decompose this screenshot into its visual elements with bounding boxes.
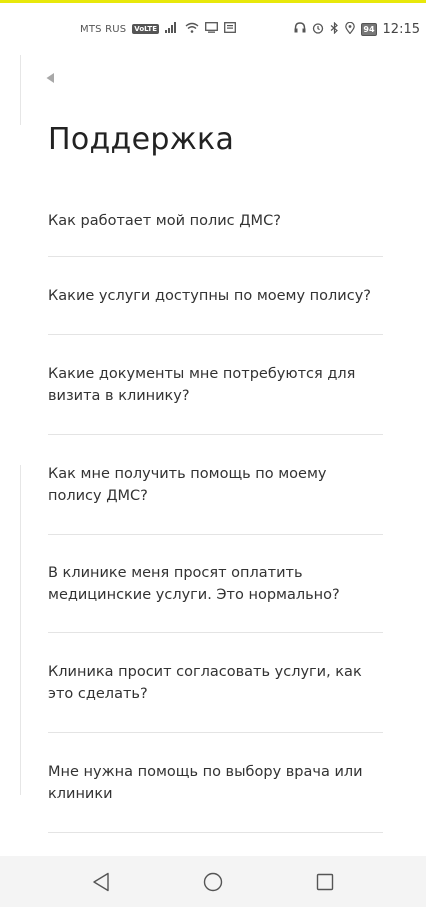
nav-recents-button[interactable] — [313, 870, 337, 894]
faq-item-get-help[interactable]: Как мне получить помощь по моему полису … — [48, 435, 383, 535]
faq-list: Как работает мой полис ДМС? Какие услуги… — [48, 185, 383, 833]
left-edge-divider-lower — [20, 465, 21, 795]
faq-item-choose-doctor[interactable]: Мне нужна помощь по выбору врача или кли… — [48, 733, 383, 833]
faq-item-clinic-asks-payment[interactable]: В клинике меня просят оплатить медицинск… — [48, 535, 383, 633]
screen-cast-icon — [205, 22, 218, 36]
faq-item-label: Клиника просит согласовать услуги, как э… — [48, 663, 362, 702]
faq-item-how-policy-works[interactable]: Как работает мой полис ДМС? — [48, 185, 383, 257]
faq-item-available-services[interactable]: Какие услуги доступны по моему полису? — [48, 257, 383, 335]
location-icon — [345, 21, 356, 37]
alarm-icon — [312, 22, 324, 37]
faq-item-label: Какие услуги доступны по моему полису? — [48, 287, 371, 304]
page-title: Поддержка — [48, 122, 235, 157]
bluetooth-icon — [330, 21, 339, 37]
left-edge-divider — [20, 55, 21, 125]
status-time: 12:15 — [382, 21, 420, 37]
circle-home-icon — [203, 872, 223, 891]
back-button[interactable] — [38, 66, 62, 90]
faq-item-label: В клинике меня просят оплатить медицинск… — [48, 564, 340, 603]
status-bar: MTS RUS VoLTE 94 12:15 — [0, 3, 426, 55]
back-arrow-icon — [46, 73, 54, 83]
triangle-back-icon — [93, 872, 109, 891]
battery-icon: 94 — [361, 22, 377, 36]
status-left-group: MTS RUS VoLTE — [80, 22, 236, 36]
faq-item-label: Мне нужна помощь по выбору врача или кли… — [48, 763, 363, 802]
wifi-icon — [185, 22, 199, 36]
faq-item-label: Как работает мой полис ДМС? — [48, 212, 281, 229]
volte-badge: VoLTE — [132, 24, 159, 34]
signal-icon — [164, 22, 179, 36]
nav-home-button[interactable] — [201, 870, 225, 894]
status-right-group: 94 12:15 — [294, 21, 420, 37]
nav-back-button[interactable] — [89, 870, 113, 894]
system-navigation-bar — [0, 856, 426, 907]
faq-item-approve-services[interactable]: Клиника просит согласовать услуги, как э… — [48, 633, 383, 733]
faq-item-required-documents[interactable]: Какие документы мне потребуются для визи… — [48, 335, 383, 435]
notification-icon — [224, 22, 236, 36]
faq-item-label: Как мне получить помощь по моему полису … — [48, 465, 327, 504]
carrier-name: MTS RUS — [80, 23, 127, 35]
square-recents-icon — [316, 873, 334, 890]
battery-level: 94 — [363, 24, 375, 34]
headset-icon — [294, 22, 306, 36]
faq-item-label: Какие документы мне потребуются для визи… — [48, 365, 356, 404]
